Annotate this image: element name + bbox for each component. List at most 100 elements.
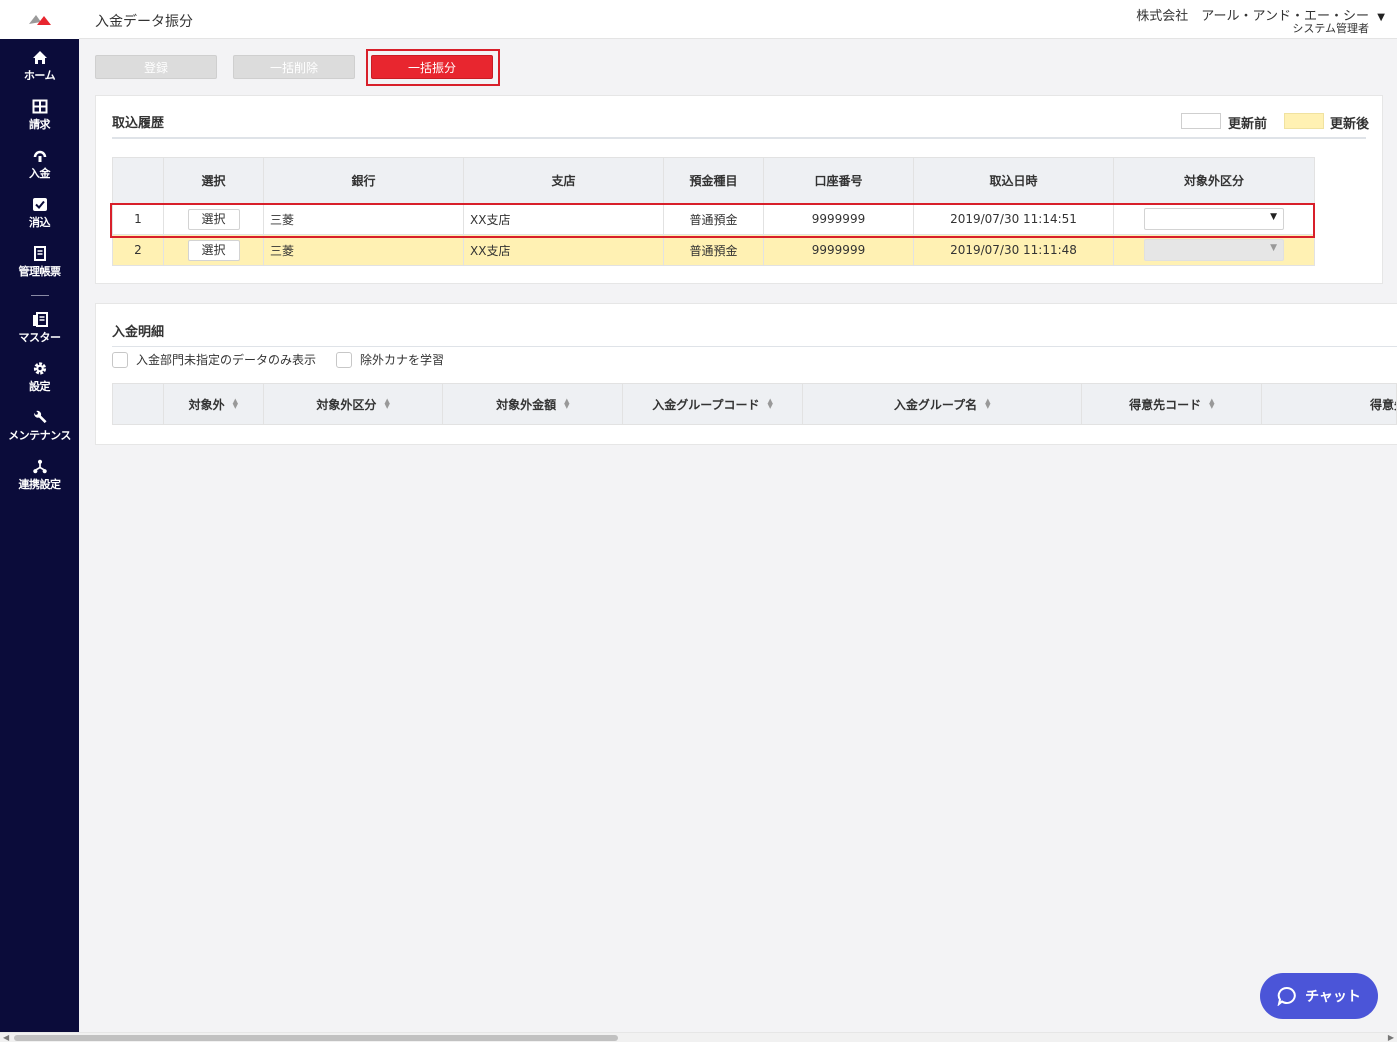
report-icon bbox=[33, 246, 46, 261]
col-header-import-datetime: 取込日時 bbox=[913, 157, 1114, 204]
learn-kana-checkbox-row[interactable]: 除外カナを学習 bbox=[336, 351, 444, 368]
sort-icon[interactable]: ▲ ▼ bbox=[384, 398, 389, 410]
scrollbar-thumb[interactable] bbox=[14, 1035, 618, 1041]
col-header-bank: 銀行 bbox=[263, 157, 464, 204]
branch-cell: XX支店 bbox=[463, 234, 664, 266]
unassigned-only-checkbox-row[interactable]: 入金部門未指定のデータのみ表示 bbox=[112, 351, 316, 368]
legend-before-swatch bbox=[1181, 113, 1221, 129]
user-name[interactable]: システム管理者 bbox=[1292, 20, 1369, 36]
col-label: 対象外金額 bbox=[496, 397, 557, 412]
import-history-title: 取込履歴 bbox=[112, 116, 165, 131]
col-header-deposit-type: 預金種目 bbox=[663, 157, 764, 204]
learn-kana-checkbox[interactable] bbox=[336, 351, 352, 368]
sort-icon[interactable]: ▲ ▼ bbox=[1209, 398, 1214, 410]
table-header-row: 選択 銀行 支店 預金種目 口座番号 取込日時 対象外区分 bbox=[112, 157, 1315, 204]
legend-after-swatch bbox=[1284, 113, 1324, 129]
col-header-customer-code[interactable]: 得意先コード ▲ ▼ bbox=[1082, 384, 1263, 424]
sidebar-item-reports[interactable]: 管理帳票 bbox=[0, 238, 79, 287]
col-header-customer[interactable]: 得意先 bbox=[1262, 384, 1396, 424]
register-button[interactable]: 登録 bbox=[95, 55, 217, 79]
col-label: 得意先コード bbox=[1129, 397, 1202, 412]
unassigned-only-label: 入金部門未指定のデータのみ表示 bbox=[136, 353, 317, 367]
sidebar-item-label: マスター bbox=[18, 331, 62, 344]
import-datetime-cell: 2019/07/30 11:11:48 bbox=[913, 234, 1114, 266]
col-label: 得意先 bbox=[1369, 397, 1396, 412]
sort-icon[interactable]: ▲ ▼ bbox=[233, 398, 238, 410]
col-header-branch: 支店 bbox=[463, 157, 664, 204]
payment-details-title: 入金明細 bbox=[112, 325, 165, 340]
payment-details-table-header: 対象外 ▲ ▼ 対象外区分 ▲ ▼ 対象外金額 ▲ ▼ 入金グループコード ▲ ▼ 入金グループ… bbox=[112, 383, 1397, 425]
sidebar-item-maintenance[interactable]: メンテナンス bbox=[0, 402, 79, 451]
section-rule bbox=[112, 137, 1366, 139]
col-label: 対象外区分 bbox=[316, 397, 377, 412]
sidebar-item-label: 設定 bbox=[29, 380, 51, 393]
sort-icon[interactable]: ▲ ▼ bbox=[768, 398, 773, 410]
col-header-exclusion-type[interactable]: 対象外区分 ▲ ▼ bbox=[264, 384, 444, 424]
payment-icon bbox=[33, 150, 46, 162]
sidebar-item-label: メンテナンス bbox=[8, 429, 71, 442]
sidebar-item-label: 管理帳票 bbox=[18, 265, 62, 278]
sidebar-item-label: 入金 bbox=[29, 167, 51, 180]
select-button[interactable]: 選択 bbox=[187, 239, 240, 261]
top-header: 入金データ振分 株式会社 アール・アンド・エー・シー システム管理者 ▼ bbox=[79, 0, 1397, 39]
master-icon bbox=[32, 312, 48, 327]
horizontal-scrollbar[interactable]: ◀ ▶ bbox=[0, 1032, 1397, 1042]
user-menu-caret-icon[interactable]: ▼ bbox=[1377, 12, 1385, 23]
account-no-cell: 9999999 bbox=[763, 234, 914, 266]
learn-kana-label: 除外カナを学習 bbox=[360, 353, 445, 367]
bulk-assign-button[interactable]: 一括振分 bbox=[371, 55, 493, 79]
home-icon bbox=[32, 51, 47, 64]
select-cell: 選択 bbox=[163, 234, 264, 266]
section-rule bbox=[112, 346, 1397, 347]
sidebar-item-settings[interactable]: 設定 bbox=[0, 353, 79, 402]
gear-icon bbox=[33, 362, 46, 375]
sidebar-item-reconcile[interactable]: 消込 bbox=[0, 189, 79, 238]
sidebar: ホーム 請求 入金 消込 管理帳票 マスター 設定 メンテナンス 連携設定 bbox=[0, 0, 79, 1032]
sidebar-divider bbox=[30, 295, 49, 296]
sidebar-item-master[interactable]: マスター bbox=[0, 304, 79, 353]
sidebar-item-payment[interactable]: 入金 bbox=[0, 140, 79, 189]
sidebar-item-integration[interactable]: 連携設定 bbox=[0, 451, 79, 500]
sidebar-item-label: ホーム bbox=[23, 69, 56, 82]
scroll-left-icon[interactable]: ◀ bbox=[3, 1033, 9, 1042]
logo[interactable] bbox=[0, 0, 79, 39]
col-label: 対象外 bbox=[188, 397, 225, 412]
sort-icon[interactable]: ▲ ▼ bbox=[564, 398, 569, 410]
row-highlight-frame bbox=[110, 203, 1315, 238]
sidebar-item-label: 請求 bbox=[29, 118, 51, 131]
col-header-group-code[interactable]: 入金グループコード ▲ ▼ bbox=[623, 384, 803, 424]
col-header-group-name[interactable]: 入金グループ名 ▲ ▼ bbox=[803, 384, 1083, 424]
col-header-no bbox=[112, 157, 164, 204]
sidebar-item-label: 連携設定 bbox=[18, 478, 62, 491]
deposit-type-cell: 普通預金 bbox=[663, 234, 764, 266]
table-row[interactable]: 2 選択 三菱 XX支店 普通預金 9999999 2019/07/30 11:… bbox=[112, 234, 1315, 266]
col-header-blank bbox=[113, 384, 164, 424]
network-icon bbox=[32, 459, 47, 474]
col-header-account-no: 口座番号 bbox=[763, 157, 914, 204]
col-label: 入金グループ名 bbox=[893, 397, 978, 412]
chat-label: チャット bbox=[1305, 989, 1361, 1005]
sort-icon[interactable]: ▲ ▼ bbox=[985, 398, 990, 410]
exclusion-type-cell: ▼ bbox=[1113, 234, 1315, 266]
unassigned-only-checkbox[interactable] bbox=[112, 351, 128, 368]
row-number: 2 bbox=[112, 234, 164, 266]
wrench-icon bbox=[33, 410, 47, 424]
chevron-down-icon: ▼ bbox=[1270, 243, 1277, 253]
col-label: 入金グループコード bbox=[652, 397, 760, 412]
logo-icon bbox=[28, 14, 51, 25]
legend-before-label: 更新前 bbox=[1228, 117, 1268, 132]
bulk-delete-button[interactable]: 一括削除 bbox=[233, 55, 355, 79]
invoice-icon bbox=[32, 99, 47, 114]
sidebar-item-label: 消込 bbox=[29, 216, 51, 229]
col-header-excluded[interactable]: 対象外 ▲ ▼ bbox=[164, 384, 264, 424]
col-header-excluded-amount[interactable]: 対象外金額 ▲ ▼ bbox=[443, 384, 624, 424]
check-icon bbox=[32, 198, 47, 211]
chat-button[interactable]: チャット bbox=[1260, 973, 1378, 1019]
sidebar-item-home[interactable]: ホーム bbox=[0, 42, 79, 91]
exclusion-type-select[interactable]: ▼ bbox=[1144, 239, 1284, 261]
bank-cell: 三菱 bbox=[263, 234, 464, 266]
sidebar-item-invoice[interactable]: 請求 bbox=[0, 91, 79, 140]
legend-after-label: 更新後 bbox=[1330, 117, 1370, 132]
scroll-right-icon[interactable]: ▶ bbox=[1388, 1033, 1394, 1042]
col-header-exclusion-type: 対象外区分 bbox=[1113, 157, 1315, 204]
